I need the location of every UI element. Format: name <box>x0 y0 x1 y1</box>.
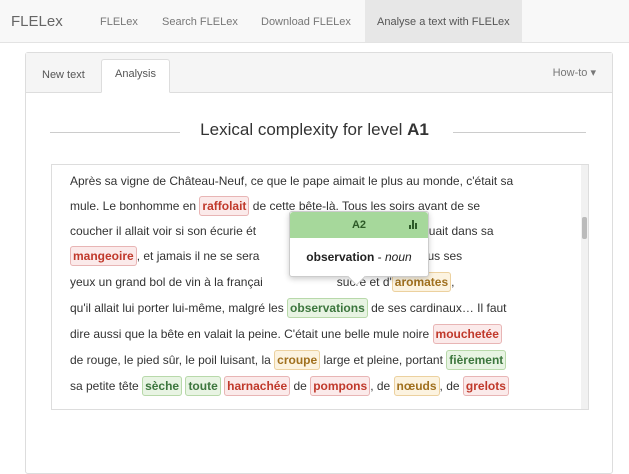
nav-analyse-text[interactable]: Analyse a text with FLELex <box>365 0 522 42</box>
text-line: dire aussi que la bête en valait la pein… <box>70 324 502 344</box>
word-croupe[interactable]: croupe <box>274 350 321 370</box>
tab-bar: New text Analysis How-to ▾ <box>26 53 612 93</box>
tab-new-text[interactable]: New text <box>42 61 85 92</box>
howto-dropdown[interactable]: How-to ▾ <box>553 53 596 94</box>
popover-level: A2 <box>351 219 367 231</box>
tab-analysis[interactable]: Analysis <box>101 59 170 93</box>
nav-search-flelex[interactable]: Search FLELex <box>162 0 238 42</box>
nav-download-flelex[interactable]: Download FLELex <box>261 0 351 42</box>
word-pompons[interactable]: pompons <box>310 376 371 396</box>
word-toute[interactable]: toute <box>185 376 221 396</box>
top-navbar: FLELex FLELex Search FLELex Download FLE… <box>0 0 629 43</box>
word-noeuds[interactable]: nœuds <box>393 376 440 396</box>
text-line: coucher il allait voir si son écurie ét n… <box>70 224 494 238</box>
word-mouchetee[interactable]: mouchetée <box>432 324 502 344</box>
word-popover: A2 observation - noun <box>289 211 429 286</box>
scrollbar-thumb[interactable] <box>582 217 587 239</box>
word-fierement[interactable]: fièrement <box>446 350 507 370</box>
text-line: de rouge, le pied sûr, le poil luisant, … <box>70 350 507 370</box>
text-line: qu'il allait lui porter lui-même, malgré… <box>70 298 507 318</box>
scrollbar[interactable] <box>581 165 588 409</box>
popover-word: observation <box>306 250 375 264</box>
word-observations[interactable]: observations <box>287 298 368 318</box>
nav-flelex[interactable]: FLELex <box>100 0 138 42</box>
text-line: Après sa vigne de Château-Neuf, ce que l… <box>70 174 514 188</box>
page-title: Lexical complexity for level A1 <box>200 120 429 139</box>
brand-logo[interactable]: FLELex <box>11 0 63 42</box>
word-mangeoire[interactable]: mangeoire <box>70 246 137 266</box>
word-grelots[interactable]: grelots <box>462 376 509 396</box>
popover-pos: noun <box>384 250 412 264</box>
popover-level-header: A2 <box>290 212 428 238</box>
word-raffolait[interactable]: raffolait <box>199 196 250 216</box>
word-harnachee[interactable]: harnachée <box>224 376 291 396</box>
bar-chart-icon[interactable] <box>409 220 418 229</box>
analysed-text-box[interactable]: Après sa vigne de Château-Neuf, ce que l… <box>51 164 589 410</box>
word-seche[interactable]: sèche <box>142 376 183 396</box>
text-line: sa petite tête sèche toute harnachée de … <box>70 376 509 396</box>
